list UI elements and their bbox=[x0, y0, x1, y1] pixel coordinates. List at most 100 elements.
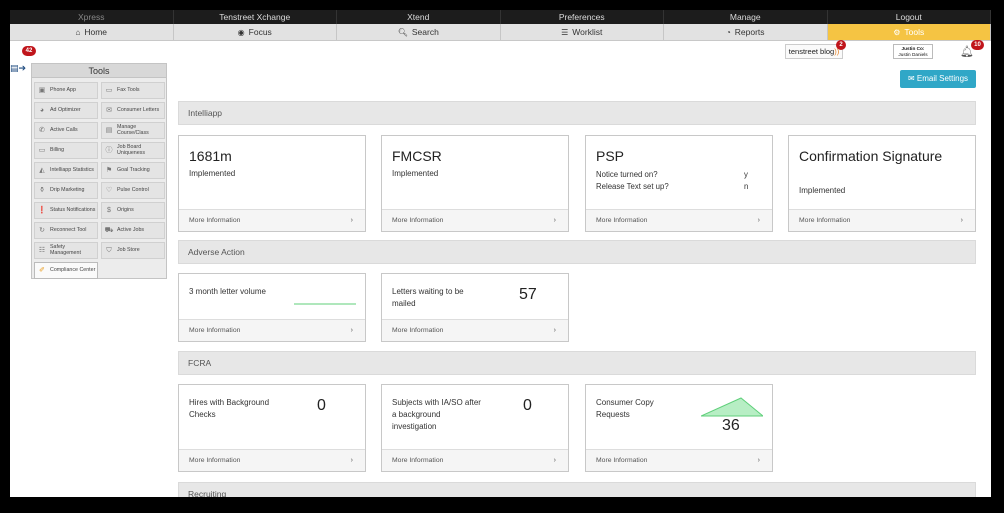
card-confirmation-signature: Confirmation Signature Implemented More … bbox=[788, 135, 976, 232]
chevron-right-icon: › bbox=[757, 217, 760, 224]
tool-reconnect[interactable]: ↻ Reconnect Tool bbox=[34, 222, 98, 239]
blog-badge: 2 bbox=[836, 40, 846, 50]
sparkline-area bbox=[701, 397, 763, 417]
section-fcra: FCRA bbox=[178, 351, 976, 375]
user-name: Justin Daniels bbox=[898, 52, 928, 58]
card-label: Consumer Copy Requests bbox=[596, 398, 654, 419]
wand-icon: ✐ bbox=[39, 266, 45, 274]
tool-pulse-control[interactable]: ♡ Pulse Control bbox=[101, 182, 165, 199]
card-title: Confirmation Signature bbox=[799, 148, 943, 164]
more-information-link[interactable]: More Information › bbox=[179, 319, 365, 341]
chevron-right-icon: › bbox=[553, 327, 556, 334]
fax-icon: ▭ bbox=[105, 86, 113, 94]
chevron-right-icon: › bbox=[553, 217, 556, 224]
notifications-badge: 10 bbox=[971, 40, 984, 50]
card-label: Hires with Background Checks bbox=[189, 398, 270, 419]
info-icon: ⓘ bbox=[105, 146, 113, 154]
chevron-right-icon: › bbox=[350, 217, 353, 224]
top-nav: Xpress Tenstreet Xchange Xtend Preferenc… bbox=[10, 10, 991, 24]
card-consumer-copy-requests: Consumer Copy Requests 36 More Informati… bbox=[585, 384, 773, 472]
target-icon: ◉ bbox=[237, 28, 245, 37]
card-label: Subjects with IA/SO after a background i… bbox=[392, 398, 481, 431]
more-information-link[interactable]: More Information › bbox=[179, 209, 365, 231]
chevron-right-icon: › bbox=[350, 327, 353, 334]
tenstreet-blog-link[interactable]: tenstreet blog)) bbox=[785, 44, 843, 59]
psp-notice-row: Notice turned on? y bbox=[596, 170, 748, 179]
card-1681m: 1681m Implemented More Information › bbox=[178, 135, 366, 232]
tab-home[interactable]: ⌂ Home bbox=[10, 24, 174, 40]
tab-focus[interactable]: ◉ Focus bbox=[174, 24, 337, 40]
gauge-icon: ◕ bbox=[39, 106, 45, 114]
chevron-right-icon: › bbox=[350, 457, 353, 464]
card-status: Implemented bbox=[392, 169, 439, 178]
top-nav-xpress[interactable]: Xpress bbox=[10, 10, 174, 24]
card-title: 1681m bbox=[189, 148, 232, 164]
tool-fax-tools[interactable]: ▭ Fax Tools bbox=[101, 82, 165, 99]
top-nav-xchange[interactable]: Tenstreet Xchange bbox=[174, 10, 337, 24]
collapse-arrow-icon[interactable]: ▤➔ bbox=[10, 63, 26, 74]
tool-job-board-uniqueness[interactable]: ⓘ Job Board Uniqueness bbox=[101, 142, 165, 159]
phone-icon: ✆ bbox=[39, 126, 45, 134]
tool-status-notifications[interactable]: ❗ Status Notifications bbox=[34, 202, 98, 219]
card-3-month-letter-volume: 3 month letter volume More Information › bbox=[178, 273, 366, 342]
envelope-icon: ✉ bbox=[106, 106, 112, 114]
tool-active-calls[interactable]: ✆ Active Calls bbox=[34, 122, 98, 139]
tool-phone-app[interactable]: ▣ Phone App bbox=[34, 82, 98, 99]
section-intelliapp: Intelliapp bbox=[178, 101, 976, 125]
tool-ad-optimizer[interactable]: ◕ Ad Optimizer bbox=[34, 102, 98, 119]
alert-icon: ❗ bbox=[37, 206, 47, 214]
more-information-link[interactable]: More Information › bbox=[179, 449, 365, 471]
phone-app-icon: ▣ bbox=[38, 86, 46, 94]
top-nav-manage[interactable]: Manage bbox=[664, 10, 828, 24]
goal-icon: ⚑ bbox=[105, 166, 113, 174]
tool-intelliapp-statistics[interactable]: ◭ Intelliapp Statistics bbox=[34, 162, 98, 179]
sliders-icon: ☷ bbox=[38, 246, 46, 254]
tool-compliance-center[interactable]: ✐ Compliance Center bbox=[34, 262, 98, 279]
course-icon: ▤ bbox=[105, 126, 113, 134]
tool-job-store[interactable]: ⛉ Job Store bbox=[101, 242, 165, 259]
letter-volume-sparkline bbox=[294, 303, 356, 305]
user-account-button[interactable]: Justin Co: Justin Daniels bbox=[893, 44, 933, 59]
card-fmcsr: FMCSR Implemented More Information › bbox=[381, 135, 569, 232]
dollar-icon: $ bbox=[107, 206, 111, 214]
top-nav-xtend[interactable]: Xtend bbox=[337, 10, 501, 24]
more-information-link[interactable]: More Information › bbox=[382, 209, 568, 231]
card-label: 3 month letter volume bbox=[189, 287, 266, 296]
more-information-link[interactable]: More Information › bbox=[382, 449, 568, 471]
card-hires-background-checks: Hires with Background Checks 0 More Info… bbox=[178, 384, 366, 472]
tab-reports[interactable]: ◔ Reports bbox=[664, 24, 828, 40]
top-nav-preferences[interactable]: Preferences bbox=[501, 10, 664, 24]
envelope-icon: ✉ bbox=[907, 74, 917, 83]
psp-release-row: Release Text set up? n bbox=[596, 182, 749, 191]
card-value: 36 bbox=[722, 417, 740, 434]
refresh-icon: ↻ bbox=[39, 226, 45, 234]
tools-grid: ▣ Phone App ▭ Fax Tools ◕ Ad Optimizer ✉ Con… bbox=[32, 78, 166, 283]
tool-active-jobs[interactable]: ⛟ Active Jobs bbox=[101, 222, 165, 239]
tab-tools[interactable]: ⚙ Tools bbox=[827, 24, 991, 40]
more-information-link[interactable]: More Information › bbox=[382, 319, 568, 341]
email-settings-button[interactable]: ✉ Email Settings bbox=[900, 70, 976, 88]
sub-nav: ⌂ Home ◉ Focus 🔍︎ Search ☰ Worklist ◔ Reports… bbox=[10, 24, 991, 41]
credit-card-icon: ▭ bbox=[38, 146, 46, 154]
section-recruiting: Recruiting bbox=[178, 482, 976, 497]
tools-count-badge: 42 bbox=[22, 46, 36, 56]
area-chart-icon: ◭ bbox=[39, 166, 45, 174]
tool-safety-management[interactable]: ☷ Safety Management bbox=[34, 242, 98, 259]
card-value: 57 bbox=[519, 286, 537, 303]
card-psp: PSP Notice turned on? y Release Text set … bbox=[585, 135, 773, 232]
tool-manage-course[interactable]: ▤ Manage Course/Class bbox=[101, 122, 165, 139]
tool-goal-tracking[interactable]: ⚑ Goal Tracking bbox=[101, 162, 165, 179]
tool-drip-marketing[interactable]: ⚱ Drip Marketing bbox=[34, 182, 98, 199]
truck-icon: ⛟ bbox=[104, 226, 114, 234]
more-information-link[interactable]: More Information › bbox=[789, 209, 975, 231]
tool-consumer-letters[interactable]: ✉ Consumer Letters bbox=[101, 102, 165, 119]
top-nav-logout[interactable]: Logout bbox=[828, 10, 991, 24]
card-title: PSP bbox=[596, 148, 625, 164]
tab-search[interactable]: 🔍︎ Search bbox=[337, 24, 501, 40]
chevron-right-icon: › bbox=[553, 457, 556, 464]
more-information-link[interactable]: More Information › bbox=[586, 449, 772, 471]
tool-origins[interactable]: $ Origins bbox=[101, 202, 165, 219]
tool-billing[interactable]: ▭ Billing bbox=[34, 142, 98, 159]
tab-worklist[interactable]: ☰ Worklist bbox=[501, 24, 664, 40]
more-information-link[interactable]: More Information › bbox=[586, 209, 772, 231]
